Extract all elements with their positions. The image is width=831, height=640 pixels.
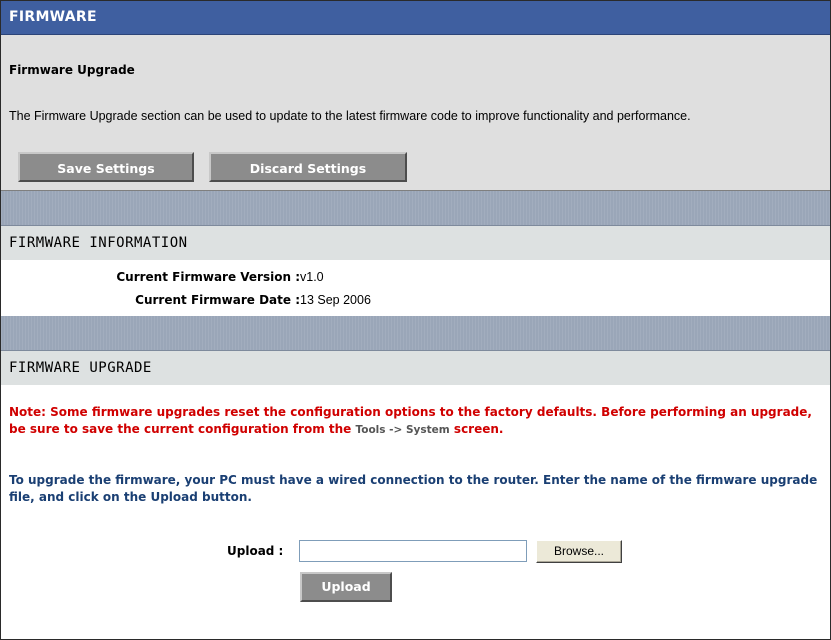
- page-header: FIRMWARE: [1, 1, 830, 35]
- firmware-upgrade-body: Note: Some firmware upgrades reset the c…: [1, 385, 830, 637]
- intro-description: The Firmware Upgrade section can be used…: [9, 109, 691, 123]
- firmware-upgrade-heading: FIRMWARE UPGRADE: [1, 351, 830, 385]
- upload-button[interactable]: Upload: [300, 572, 392, 602]
- upload-label: Upload :: [227, 544, 284, 558]
- save-settings-button[interactable]: Save Settings: [18, 152, 194, 182]
- firmware-version-value: v1.0: [300, 270, 324, 284]
- upload-file-input[interactable]: [299, 540, 527, 562]
- browse-button[interactable]: Browse...: [536, 540, 622, 563]
- firmware-version-label: Current Firmware Version :: [116, 270, 300, 284]
- firmware-information-heading: FIRMWARE INFORMATION: [1, 226, 830, 260]
- firmware-information-body: Current Firmware Version : v1.0 Current …: [1, 260, 830, 316]
- discard-settings-button[interactable]: Discard Settings: [209, 152, 407, 182]
- firmware-date-value: 13 Sep 2006: [300, 293, 371, 307]
- note-suffix: screen.: [453, 422, 504, 436]
- tools-system-reference: Tools -> System: [355, 424, 450, 436]
- section-divider: [1, 191, 830, 226]
- firmware-page: FIRMWARE Firmware Upgrade The Firmware U…: [0, 0, 831, 640]
- firmware-upgrade-title: FIRMWARE UPGRADE: [9, 360, 152, 376]
- firmware-version-row: Current Firmware Version :: [1, 270, 300, 288]
- firmware-intro-panel: Firmware Upgrade The Firmware Upgrade se…: [1, 35, 830, 191]
- intro-title: Firmware Upgrade: [9, 63, 135, 77]
- firmware-date-label: Current Firmware Date :: [135, 293, 300, 307]
- firmware-date-row: Current Firmware Date :: [1, 293, 300, 311]
- section-divider: [1, 316, 830, 351]
- firmware-information-title: FIRMWARE INFORMATION: [9, 235, 188, 251]
- page-title: FIRMWARE: [9, 9, 97, 25]
- upgrade-instructions: To upgrade the firmware, your PC must ha…: [9, 473, 818, 504]
- upgrade-warning-note: Note: Some firmware upgrades reset the c…: [9, 404, 819, 439]
